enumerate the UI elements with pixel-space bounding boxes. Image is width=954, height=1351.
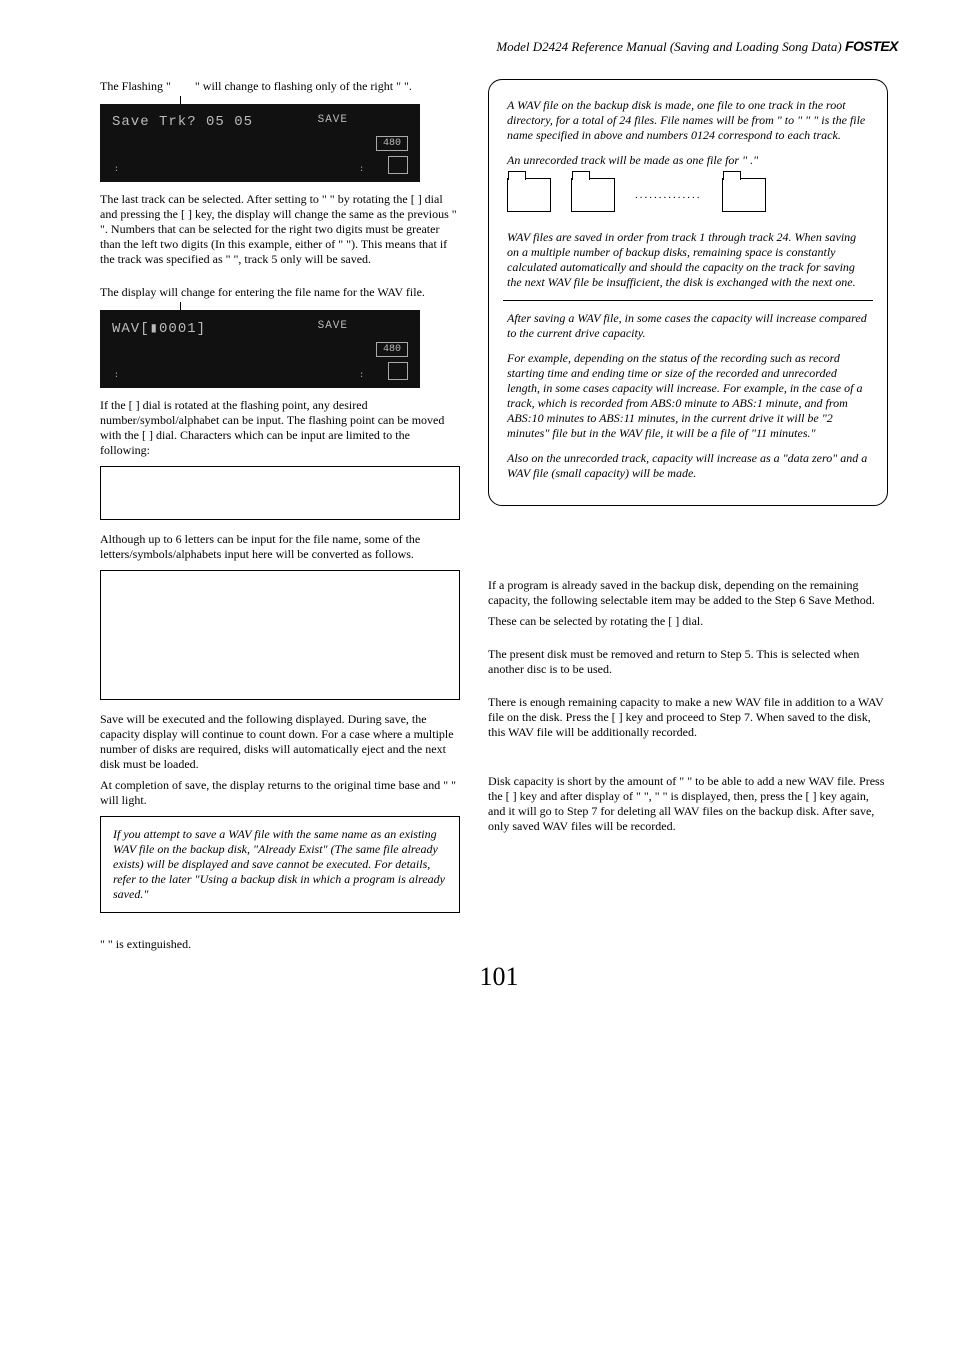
- ellipsis-icon: ..............: [635, 189, 702, 201]
- para-save-exec: Save will be executed and the following …: [100, 712, 460, 772]
- para-dial-rotate: If the [ ] dial is rotated at the flashi…: [100, 398, 460, 458]
- page-number: 101: [100, 962, 898, 992]
- note-p5: For example, depending on the status of …: [507, 351, 869, 441]
- folder-icon: [571, 178, 615, 212]
- lcd2-tag: SAVE: [318, 320, 348, 332]
- lcd2-badge: 480: [376, 342, 408, 357]
- conversion-table-box: [100, 570, 460, 700]
- note-p6: Also on the unrecorded track, capacity w…: [507, 451, 869, 481]
- folder-icon: [722, 178, 766, 212]
- para-display-change: The display will change for entering the…: [100, 285, 460, 300]
- warning-already-exist: If you attempt to save a WAV file with t…: [100, 816, 460, 913]
- note-p4: After saving a WAV file, in some cases t…: [507, 311, 869, 341]
- note-box-wav: A WAV file on the backup disk is made, o…: [488, 79, 888, 506]
- lcd2-line1: WAV[▮0001]: [112, 320, 408, 337]
- para-present-disk: The present disk must be removed and ret…: [488, 647, 888, 677]
- right-column: A WAV file on the backup disk is made, o…: [488, 79, 888, 958]
- para-enough-capacity: There is enough remaining capacity to ma…: [488, 695, 888, 740]
- brand-logo: FOSTEX: [845, 38, 898, 54]
- para-six-letters: Although up to 6 letters can be input fo…: [100, 532, 460, 562]
- folder-icon: [507, 178, 551, 212]
- character-set-box: [100, 466, 460, 520]
- note-p2: An unrecorded track will be made as one …: [507, 153, 869, 168]
- page-header: Model D2424 Reference Manual (Saving and…: [100, 38, 898, 55]
- para-disk-short: Disk capacity is short by the amount of …: [488, 774, 888, 834]
- para-already-saved: If a program is already saved in the bac…: [488, 578, 888, 608]
- lcd-screenshot-1: Save Trk? 05 05 SAVE 480 ::: [100, 104, 420, 182]
- para-extinguished: " " is extinguished.: [100, 937, 460, 952]
- lcd-screenshot-2: WAV[▮0001] SAVE 480 ::: [100, 310, 420, 388]
- folder-diagram: ..............: [507, 178, 869, 212]
- lcd1-badge: 480: [376, 136, 408, 151]
- left-column: The Flashing " " will change to flashing…: [100, 79, 460, 958]
- lcd1-tag: SAVE: [318, 114, 348, 126]
- para-flashing: The Flashing " " will change to flashing…: [100, 79, 460, 94]
- para-last-track: The last track can be selected. After se…: [100, 192, 460, 267]
- para-selected-by: These can be selected by rotating the [ …: [488, 614, 888, 629]
- header-title: Model D2424 Reference Manual (Saving and…: [496, 39, 841, 54]
- para-completion: At completion of save, the display retur…: [100, 778, 460, 808]
- note-p1: A WAV file on the backup disk is made, o…: [507, 98, 869, 143]
- note-p3: WAV files are saved in order from track …: [507, 230, 869, 290]
- lcd1-line1: Save Trk? 05 05: [112, 114, 408, 130]
